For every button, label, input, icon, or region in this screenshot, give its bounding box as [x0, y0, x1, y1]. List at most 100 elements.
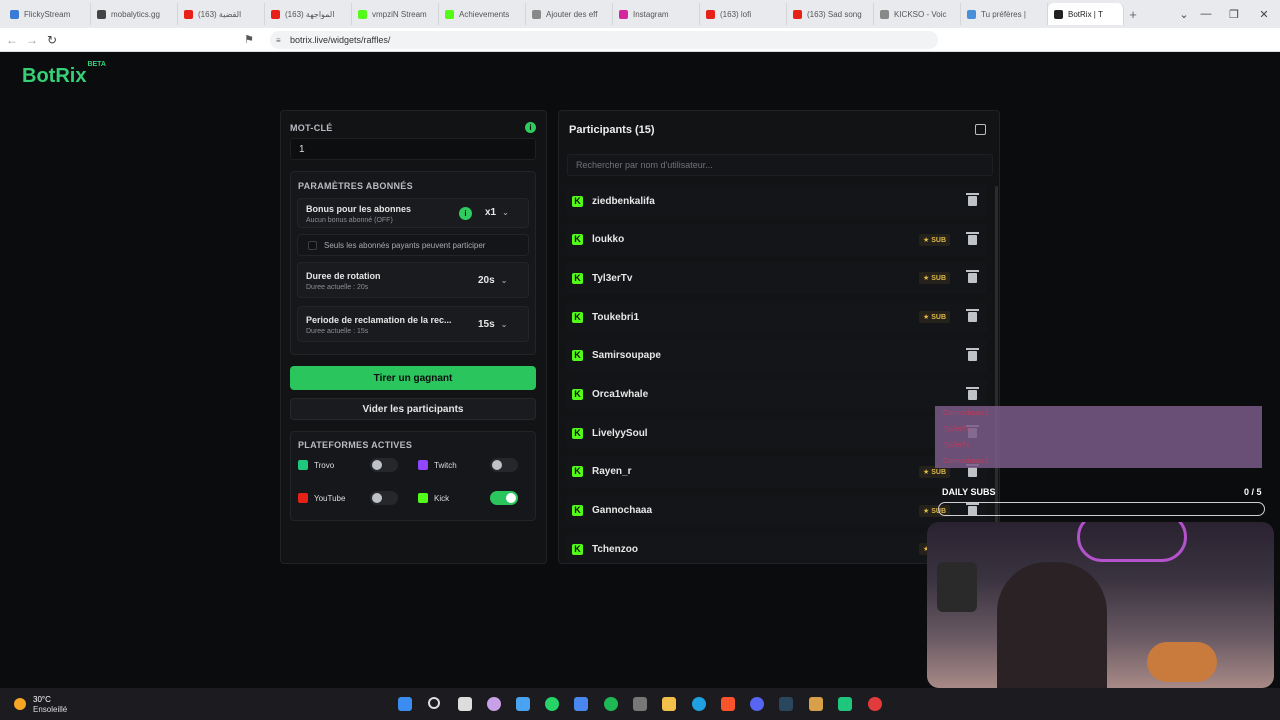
browser-tab[interactable]: Tu préfères |: [961, 3, 1048, 25]
participant-search-input[interactable]: Rechercher par nom d'utilisateur...: [567, 154, 993, 176]
browser-tab[interactable]: (163) Sad song: [787, 3, 874, 25]
copy-icon[interactable]: [975, 124, 986, 135]
keyword-input[interactable]: 1: [290, 138, 536, 160]
participant-name: LivelyySoul: [592, 427, 648, 439]
new-tab-button[interactable]: +: [1124, 7, 1142, 22]
url-field[interactable]: ≡ botrix.live/widgets/raffles/: [270, 31, 938, 49]
participant-row[interactable]: K Rayen_r ★ SUB: [567, 455, 987, 488]
edge-icon[interactable]: [692, 697, 706, 711]
participant-row[interactable]: K LivelyySoul: [567, 417, 987, 450]
tab-favicon-icon: [97, 9, 106, 19]
browser-tab[interactable]: (163) lofi: [700, 3, 787, 25]
browser-tab[interactable]: Ajouter des eff: [526, 3, 613, 25]
back-icon[interactable]: ←: [2, 33, 22, 47]
participant-name: Gannochaaa: [592, 505, 653, 517]
bookmark-icon[interactable]: ⚑: [244, 33, 254, 46]
tab-label: Instagram: [633, 9, 669, 19]
youtube-toggle[interactable]: [370, 491, 398, 505]
claim-period-row: Periode de reclamation de la rec... Dure…: [297, 306, 529, 342]
task-view-icon[interactable]: [458, 697, 472, 711]
paid-only-row[interactable]: Seuls les abonnés payants peuvent partic…: [297, 234, 529, 256]
discord-icon[interactable]: [750, 697, 764, 711]
trash-icon[interactable]: [966, 463, 979, 477]
app-icon[interactable]: [809, 697, 823, 711]
twitch-toggle[interactable]: [490, 458, 518, 472]
participant-name: Samirsoupape: [592, 350, 661, 362]
participant-row[interactable]: Kziedbenkalifa: [567, 185, 987, 217]
store-icon[interactable]: [633, 697, 647, 711]
daily-subs-progress: [938, 502, 1265, 516]
spotify-icon[interactable]: [604, 697, 618, 711]
notepad-icon[interactable]: [574, 697, 588, 711]
browser-tab[interactable]: Achievements: [439, 3, 526, 25]
participant-row[interactable]: K Orca1whale: [567, 378, 987, 411]
browser-tab[interactable]: vmpziN Stream: [352, 3, 439, 25]
trash-icon[interactable]: [966, 309, 979, 323]
claim-value: 15s: [478, 319, 495, 330]
reload-icon[interactable]: ↻: [42, 33, 62, 47]
browser-tab[interactable]: mobalytics.gg: [91, 3, 178, 25]
participant-row[interactable]: K Tyl3erTv ★ SUB: [567, 262, 987, 295]
platform-label: YouTube: [314, 493, 346, 503]
participant-row[interactable]: K Gannochaaa ★ SUB: [567, 494, 987, 527]
tab-strip: FlickyStream mobalytics.gg (163) القضية (16…: [4, 3, 1124, 25]
browser-tab[interactable]: Instagram: [613, 3, 700, 25]
draw-winner-button[interactable]: Tirer un gagnant: [290, 366, 536, 390]
star-icon: ★: [922, 236, 932, 244]
trash-icon[interactable]: [966, 231, 979, 245]
botrix-logo[interactable]: BotRixBETA: [22, 61, 106, 88]
chevron-down-icon: ⌄: [502, 208, 509, 217]
participant-name: Orca1whale: [592, 389, 649, 400]
close-window-button[interactable]: ✕: [1250, 0, 1278, 28]
browser-tab[interactable]: (163) المواجهة: [265, 3, 352, 25]
bonus-info-icon[interactable]: i: [459, 207, 472, 220]
platform-label: Kick: [434, 493, 450, 503]
kick-toggle[interactable]: [490, 491, 518, 505]
participant-row[interactable]: KTchenzoo★ SUB: [567, 533, 987, 563]
info-icon[interactable]: i: [525, 122, 536, 133]
app-icon[interactable]: [868, 697, 882, 711]
claim-select[interactable]: 15s ⌄: [478, 319, 507, 330]
trash-icon[interactable]: [966, 347, 979, 361]
trash-icon[interactable]: [966, 193, 979, 206]
forward-icon[interactable]: →: [22, 33, 42, 47]
kick-icon: K: [572, 505, 583, 517]
sub-badge: ★ SUB: [918, 272, 950, 285]
start-icon[interactable]: [398, 697, 412, 711]
steam-icon[interactable]: [779, 697, 793, 711]
trash-icon[interactable]: [966, 270, 979, 284]
browser-tab[interactable]: FlickyStream: [4, 3, 91, 25]
participant-name: loukko: [592, 234, 625, 246]
search-icon[interactable]: [428, 697, 440, 709]
app-icon[interactable]: [487, 697, 501, 711]
site-info-icon[interactable]: ≡: [276, 36, 281, 45]
star-icon: ★: [922, 468, 932, 476]
rotation-select[interactable]: 20s ⌄: [478, 275, 507, 286]
raffle-settings-panel: MOT-CLÉ i 1 PARAMÈTRES ABONNÉS Bonus pou…: [280, 110, 547, 564]
participant-row[interactable]: K Samirsoupape: [567, 339, 987, 372]
brave-icon[interactable]: [721, 697, 735, 711]
headset: [937, 562, 977, 612]
participant-row[interactable]: K Toukebri1 ★ SUB: [567, 301, 987, 334]
browser-tab[interactable]: BotRix | T: [1048, 3, 1124, 25]
maximize-button[interactable]: ❐: [1220, 0, 1248, 28]
browser-tab[interactable]: KICKSO - Voic: [874, 3, 961, 25]
trovo-toggle[interactable]: [370, 458, 398, 472]
app-icon[interactable]: [516, 697, 530, 711]
participant-name: Tchenzoo: [592, 543, 638, 555]
folder-icon[interactable]: [662, 697, 676, 711]
app-icon[interactable]: [838, 697, 852, 711]
paid-only-checkbox[interactable]: [308, 241, 317, 250]
browser-tab[interactable]: (163) القضية: [178, 3, 265, 25]
chat-line: Gannochaaa 1: [943, 458, 989, 465]
whatsapp-icon[interactable]: [545, 697, 559, 711]
tab-favicon-icon: [619, 9, 628, 19]
clear-participants-button[interactable]: Vider les participants: [290, 398, 536, 420]
keyword-label: MOT-CLÉ: [290, 123, 333, 133]
trash-icon[interactable]: [966, 386, 979, 400]
participant-row[interactable]: Kloukko ★ SUB: [567, 223, 987, 256]
tab-label: Tu préfères |: [981, 9, 1026, 19]
bonus-select[interactable]: x1 ⌄: [485, 207, 509, 218]
minimize-button[interactable]: —: [1192, 0, 1220, 28]
tab-favicon-icon: [880, 9, 889, 19]
